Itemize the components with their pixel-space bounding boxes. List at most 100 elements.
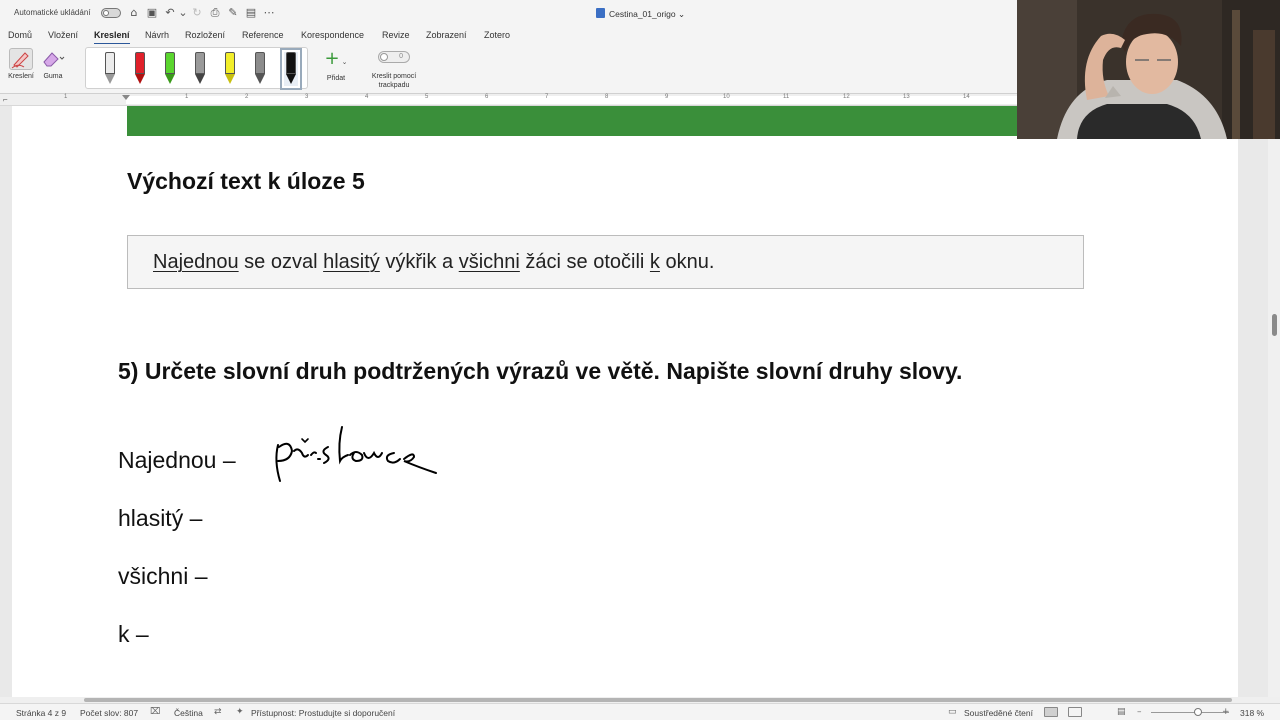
- zoom-out-icon[interactable]: –: [1137, 707, 1142, 717]
- draw-button[interactable]: Kreslení: [4, 48, 38, 88]
- highlighter-yellow[interactable]: [223, 52, 237, 86]
- document-area: Výchozí text k úloze 5 Najednou se ozval…: [0, 106, 1280, 697]
- answer-line-vsichni: všichni –: [118, 563, 208, 589]
- sentence-part: oknu.: [659, 251, 715, 273]
- pen-body: [286, 52, 296, 74]
- tab-reference[interactable]: Reference: [242, 30, 284, 40]
- word-window: Automatické ukládání ⌂ ▣ ↶ ⌄ ↻ ⎙ ✎ ▤ ⋯ C…: [0, 0, 1280, 720]
- answer-line-k: k –: [118, 621, 149, 647]
- sentence-part: žáci se otočili: [519, 251, 650, 273]
- document-title-text: Cestina_01_origo: [609, 9, 676, 19]
- indent-marker[interactable]: [122, 95, 130, 100]
- language-indicator[interactable]: Čeština: [174, 708, 203, 718]
- pen-body: [225, 52, 235, 74]
- handwritten-answer-ink[interactable]: [264, 421, 444, 487]
- tab-rozlozeni[interactable]: Rozložení: [185, 30, 225, 40]
- page-indicator[interactable]: Stránka 4 z 9: [16, 708, 66, 718]
- undo-icon[interactable]: ↶: [163, 6, 177, 20]
- zoom-slider[interactable]: [1151, 712, 1229, 713]
- pen-green[interactable]: [163, 52, 177, 86]
- layout-icon[interactable]: ▤: [1117, 707, 1126, 717]
- autosave-toggle[interactable]: [101, 8, 121, 18]
- plus-icon: +: [324, 48, 340, 69]
- pen-icon[interactable]: ✎: [226, 6, 240, 20]
- pen-black-selected[interactable]: [280, 48, 302, 90]
- trackpad-draw-toggle[interactable]: 0 Kreslit pomocí trackpadu: [368, 50, 420, 90]
- green-header-band: [127, 106, 1087, 136]
- track-changes-icon[interactable]: ⇄: [214, 707, 222, 717]
- pen-dark-pencil[interactable]: [193, 52, 207, 86]
- pen-body: [255, 52, 265, 74]
- chevron-down-icon: ⌄: [339, 59, 348, 66]
- trackpad-label-line2: trackpadu: [378, 82, 410, 89]
- accessibility-status[interactable]: Přístupnost: Prostudujte si doporučení: [251, 708, 395, 718]
- tab-zotero[interactable]: Zotero: [484, 30, 510, 40]
- tab-domu[interactable]: Domů: [8, 30, 32, 40]
- proofing-icon[interactable]: ⌧: [150, 707, 160, 717]
- save-icon[interactable]: ▣: [145, 6, 159, 20]
- add-label: Přidat: [326, 75, 346, 82]
- pen-body: [195, 52, 205, 74]
- redo-icon[interactable]: ↻: [190, 6, 204, 20]
- trackpad-label-line1: Kreslit pomocí: [371, 73, 417, 80]
- vertical-scroll-thumb[interactable]: [1272, 314, 1277, 336]
- webcam-overlay: [1017, 0, 1280, 139]
- tab-kresleni[interactable]: Kreslení: [94, 30, 130, 45]
- home-icon[interactable]: ⌂: [127, 6, 141, 20]
- draw-icon: [9, 48, 33, 70]
- zoom-slider-thumb[interactable]: [1194, 708, 1202, 716]
- document-page[interactable]: Výchozí text k úloze 5 Najednou se ozval…: [12, 106, 1238, 697]
- pen-body: [165, 52, 175, 74]
- toggle-value: 0: [399, 53, 403, 60]
- ruler-number: 12: [843, 94, 850, 100]
- web-layout-view-icon[interactable]: [1068, 707, 1082, 717]
- autosave-label: Automatické ukládání: [14, 8, 91, 17]
- tab-zobrazeni[interactable]: Zobrazení: [426, 30, 467, 40]
- tab-korespondence[interactable]: Korespondence: [301, 30, 364, 40]
- focus-mode-button[interactable]: Soustředěné čtení: [964, 708, 1033, 718]
- underlined-word-4: k: [649, 251, 660, 273]
- focus-icon[interactable]: ▭: [948, 707, 957, 717]
- pen-tip: [286, 74, 296, 84]
- print-layout-view-icon[interactable]: [1044, 707, 1058, 717]
- ruler-number: 7: [545, 94, 549, 100]
- more-icon[interactable]: ⋯: [262, 6, 276, 20]
- chevron-down-icon[interactable]: ⌄: [176, 6, 190, 20]
- pen-body: [135, 52, 145, 74]
- underlined-word-1: Najednou: [153, 251, 239, 273]
- accessibility-icon[interactable]: ✦: [236, 707, 244, 717]
- source-text-box: Najednou se ozval hlasitý výkřik a všich…: [127, 235, 1084, 289]
- toggle-knob: [380, 53, 388, 61]
- document-icon: [596, 8, 605, 18]
- pen-tip: [165, 74, 175, 84]
- tab-vlozeni[interactable]: Vložení: [48, 30, 78, 40]
- pen-gray-pencil[interactable]: [103, 52, 117, 86]
- tab-navrh[interactable]: Návrh: [145, 30, 169, 40]
- ruler-number: 5: [425, 94, 429, 100]
- trackpad-toggle-switch[interactable]: 0: [378, 51, 410, 63]
- document-title[interactable]: Cestina_01_origo ⌄: [596, 8, 685, 20]
- layout-icon[interactable]: ▤: [244, 6, 258, 20]
- pen-tip: [135, 74, 145, 84]
- draw-label: Kreslení: [8, 73, 34, 80]
- word-count[interactable]: Počet slov: 807: [80, 708, 138, 718]
- pen-tip: [255, 74, 265, 84]
- toggle-knob: [103, 10, 109, 16]
- pen-gray[interactable]: [253, 52, 267, 86]
- add-pen-button[interactable]: + ⌄ Přidat: [320, 48, 352, 83]
- tab-stop-icon[interactable]: ⌐: [3, 95, 8, 104]
- tab-revize[interactable]: Revize: [382, 30, 410, 40]
- pen-tip: [195, 74, 205, 84]
- vertical-scrollbar[interactable]: [1268, 106, 1280, 697]
- zoom-level[interactable]: 318 %: [1240, 708, 1264, 718]
- print-icon[interactable]: ⎙: [208, 6, 222, 20]
- pen-tip: [225, 74, 235, 84]
- zoom-in-icon[interactable]: +: [1222, 707, 1230, 717]
- pen-palette: [85, 47, 308, 90]
- horizontal-scroll-thumb[interactable]: [84, 698, 1232, 702]
- pen-body: [105, 52, 115, 74]
- trackpad-label: Kreslit pomocí trackpadu: [368, 72, 420, 90]
- eraser-button[interactable]: Guma: [36, 48, 70, 88]
- ruler-number: 11: [783, 94, 790, 100]
- pen-red[interactable]: [133, 52, 147, 86]
